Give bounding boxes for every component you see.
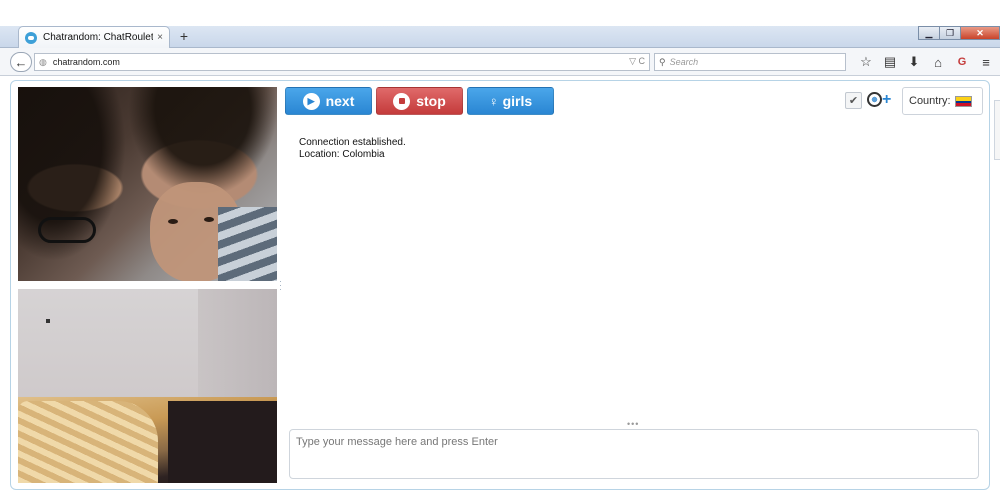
girl-icon: ♀ bbox=[488, 93, 499, 109]
close-window-button[interactable]: ✕ bbox=[960, 26, 1000, 40]
check-button[interactable]: ✔ bbox=[845, 92, 862, 109]
menu-icon[interactable]: ≡ bbox=[974, 53, 998, 71]
glasses-shape bbox=[38, 217, 96, 243]
chat-resize-handle[interactable]: ••• bbox=[627, 419, 639, 429]
browser-tab[interactable]: Chatrandom: ChatRoulette... × bbox=[18, 26, 170, 48]
side-panel-edge bbox=[994, 100, 1000, 160]
self-video bbox=[18, 289, 277, 483]
clipboard-icon[interactable]: ▤ bbox=[878, 53, 902, 71]
webcam-icon bbox=[867, 92, 882, 107]
chat-log: Connection established. Location: Colomb… bbox=[299, 137, 406, 161]
toolbar-icons: ☆ ▤ ⬇ ⌂ G ≡ bbox=[854, 53, 998, 71]
navigation-bar: ← ◍ chatrandom.com ▽ C ⚲ Search ☆ ▤ ⬇ ⌂ … bbox=[0, 48, 1000, 76]
girls-button[interactable]: ♀ girls bbox=[467, 87, 554, 115]
next-button[interactable]: ▶ next bbox=[285, 87, 372, 115]
star-icon[interactable]: ☆ bbox=[854, 53, 878, 71]
globe-icon: ◍ bbox=[39, 56, 47, 67]
add-webcam-button[interactable]: + bbox=[866, 90, 894, 110]
browser-window: Chatrandom: ChatRoulette... × + ▁ ❐ ✕ ← … bbox=[0, 0, 1000, 490]
country-label: Country: bbox=[909, 95, 951, 107]
stranger-video bbox=[18, 87, 277, 281]
addon-icon[interactable]: G bbox=[950, 53, 974, 71]
colombia-flag-icon bbox=[954, 95, 972, 107]
girls-label: girls bbox=[502, 93, 533, 109]
home-icon[interactable]: ⌂ bbox=[926, 53, 950, 71]
stop-label: stop bbox=[416, 93, 446, 109]
search-placeholder: Search bbox=[669, 57, 699, 67]
url-text: chatrandom.com bbox=[52, 57, 120, 67]
minimize-button[interactable]: ▁ bbox=[918, 26, 940, 40]
address-bar[interactable]: ◍ chatrandom.com ▽ C bbox=[34, 53, 650, 71]
stop-button[interactable]: stop bbox=[376, 87, 463, 115]
tab-close-icon[interactable]: × bbox=[157, 32, 163, 43]
chat-bubble-icon bbox=[25, 31, 37, 44]
video-resize-handle[interactable]: · · · bbox=[279, 277, 282, 294]
reload-icon[interactable]: ▽ C bbox=[629, 56, 645, 67]
country-selector[interactable]: Country: bbox=[902, 87, 983, 115]
system-message: Connection established. bbox=[299, 137, 406, 148]
play-icon: ▶ bbox=[302, 92, 320, 110]
window-controls: ▁ ❐ ✕ bbox=[918, 26, 1000, 40]
search-icon: ⚲ bbox=[659, 56, 666, 67]
plus-icon: + bbox=[882, 91, 892, 108]
back-button[interactable]: ← bbox=[10, 52, 32, 72]
title-bar: Chatrandom: ChatRoulette... × + ▁ ❐ ✕ bbox=[0, 26, 1000, 48]
tab-title: Chatrandom: ChatRoulette... bbox=[43, 32, 154, 43]
system-message: Location: Colombia bbox=[299, 149, 385, 160]
back-arrow-icon: ← bbox=[14, 54, 28, 70]
restore-button[interactable]: ❐ bbox=[939, 26, 961, 40]
stop-icon bbox=[393, 92, 411, 110]
chat-message-input[interactable] bbox=[289, 429, 979, 479]
download-icon[interactable]: ⬇ bbox=[902, 53, 926, 71]
search-input[interactable]: ⚲ Search bbox=[654, 53, 846, 71]
new-tab-button[interactable]: + bbox=[176, 28, 192, 44]
next-label: next bbox=[325, 93, 355, 109]
